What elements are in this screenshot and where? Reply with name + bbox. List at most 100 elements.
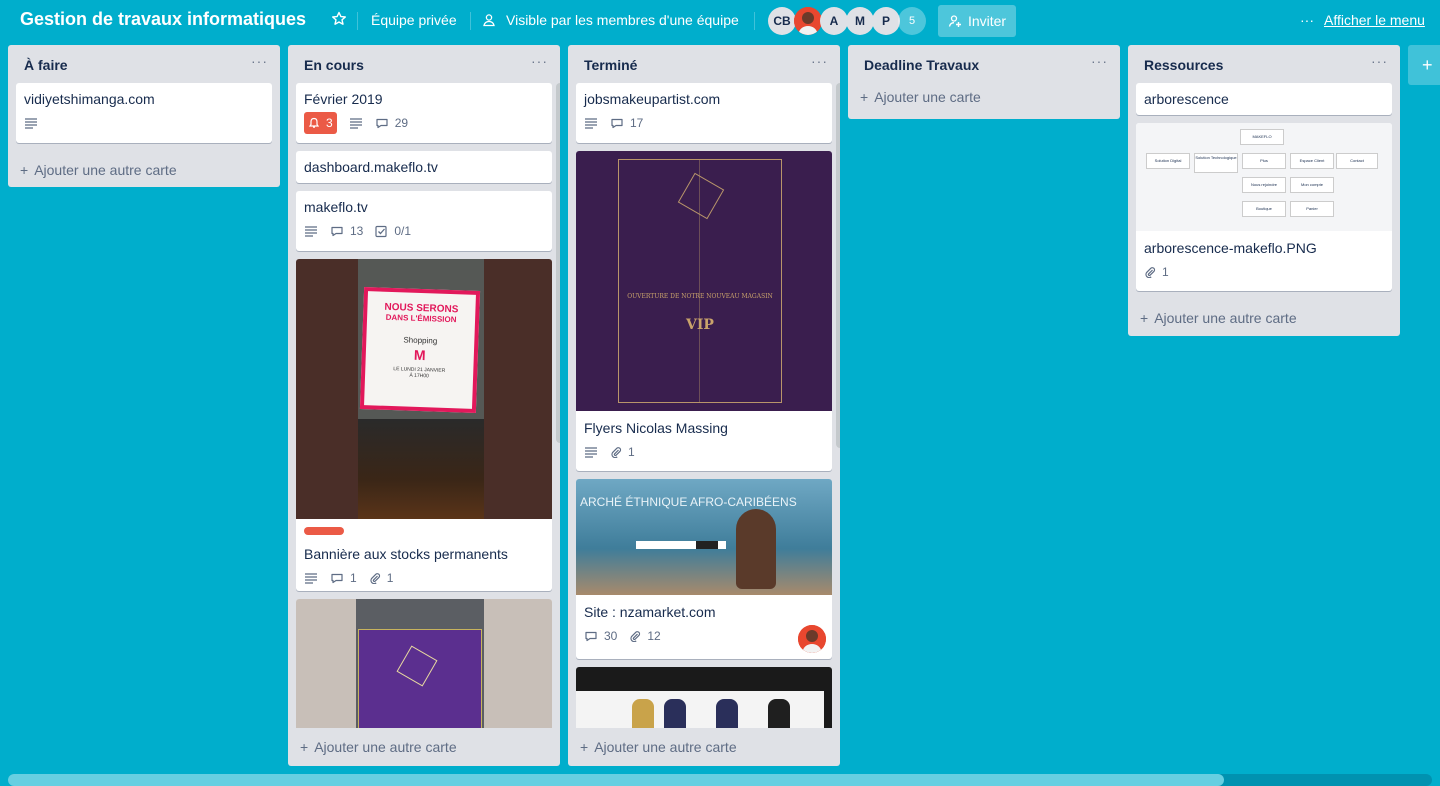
card[interactable]: OUVERTURE DE NOTRE NOUVEAU MAGASIN VIP F… xyxy=(576,151,832,471)
comment-icon xyxy=(331,226,343,237)
card-title: Site : nzamarket.com xyxy=(584,604,716,620)
list-title[interactable]: Deadline Travaux xyxy=(864,57,979,73)
comments-badge: 17 xyxy=(610,116,643,130)
description-icon xyxy=(24,117,38,129)
plus-icon: + xyxy=(580,739,589,755)
list-title[interactable]: Ressources xyxy=(1144,57,1223,73)
description-icon xyxy=(304,572,318,584)
invite-button[interactable]: Inviter xyxy=(938,5,1016,37)
visibility-label: Visible par les membres d'une équipe xyxy=(506,12,739,28)
diagram-node: Plus xyxy=(1242,153,1286,169)
comments-count: 29 xyxy=(394,116,409,130)
avatar[interactable]: M xyxy=(846,7,874,35)
list-menu-icon[interactable]: ··· xyxy=(811,53,828,69)
add-card-button[interactable]: + Ajouter une autre carte xyxy=(288,728,560,766)
attachment-icon xyxy=(1145,267,1156,278)
board-title[interactable]: Gestion de travaux informatiques xyxy=(20,9,306,30)
add-card-label: Ajouter une autre carte xyxy=(1154,310,1297,326)
add-card-label: Ajouter une carte xyxy=(874,89,981,105)
card[interactable]: makeflo.tv 13 0/1 xyxy=(296,191,552,251)
card-title: Flyers Nicolas Massing xyxy=(584,420,728,436)
description-icon xyxy=(584,446,598,458)
show-menu-label: Afficher le menu xyxy=(1324,12,1425,28)
card[interactable] xyxy=(576,667,832,728)
add-list-button[interactable]: + xyxy=(1408,45,1440,85)
list-en-cours: En cours ··· Février 2019 3 29 dashboard… xyxy=(288,45,560,766)
add-card-button[interactable]: + Ajouter une carte xyxy=(848,83,1120,119)
list-menu-icon[interactable]: ··· xyxy=(251,53,268,69)
header-divider xyxy=(357,12,358,30)
show-menu-button[interactable]: ··· Afficher le menu xyxy=(1300,12,1425,28)
members-count-badge[interactable]: 5 xyxy=(898,7,926,35)
add-card-button[interactable]: + Ajouter une autre carte xyxy=(8,151,280,189)
board-scrollbar-thumb[interactable] xyxy=(8,774,1224,786)
star-icon[interactable] xyxy=(331,11,347,27)
attachment-icon xyxy=(630,631,641,642)
list-header: À faire ··· xyxy=(8,45,280,83)
card-title: vidiyetshimanga.com xyxy=(24,91,155,107)
due-count: 3 xyxy=(326,116,333,130)
card[interactable]: arborescence xyxy=(1136,83,1392,115)
card[interactable]: NOUS SERONS DANS L'ÉMISSION Shopping M L… xyxy=(296,259,552,591)
add-member-icon xyxy=(948,15,961,27)
list-menu-icon[interactable]: ··· xyxy=(1091,53,1108,69)
diagram-node: Espace Client xyxy=(1290,153,1334,169)
add-card-button[interactable]: + Ajouter une autre carte xyxy=(568,728,840,766)
avatar[interactable] xyxy=(794,7,822,35)
diagram-node: Panier xyxy=(1290,201,1334,217)
list-menu-icon[interactable]: ··· xyxy=(531,53,548,69)
avatar[interactable]: CB xyxy=(768,7,796,35)
add-card-button[interactable]: + Ajouter une autre carte xyxy=(1128,299,1400,337)
checklist-badge: 0/1 xyxy=(375,224,411,238)
avatar[interactable]: A xyxy=(820,7,848,35)
list-header: En cours ··· xyxy=(288,45,560,83)
diagram-node: Contact xyxy=(1336,153,1378,169)
card-label-red[interactable] xyxy=(304,527,344,535)
list-header: Deadline Travaux ··· xyxy=(848,45,1120,83)
list-scrollbar[interactable] xyxy=(556,83,560,443)
visibility-button[interactable]: Visible par les membres d'une équipe xyxy=(482,12,739,28)
due-date-badge[interactable]: 3 xyxy=(304,112,337,134)
list-title[interactable]: En cours xyxy=(304,57,364,73)
attachments-count: 1 xyxy=(1162,265,1169,279)
attachments-badge: 1 xyxy=(369,571,393,585)
list-scrollbar[interactable] xyxy=(836,83,840,448)
comment-icon xyxy=(331,573,343,584)
description-icon xyxy=(584,117,598,129)
list-title[interactable]: À faire xyxy=(24,57,68,73)
diagram-node: Boutique xyxy=(1242,201,1286,217)
team-button[interactable]: Équipe privée xyxy=(371,12,457,28)
plus-icon: + xyxy=(20,162,29,178)
plus-icon: + xyxy=(300,739,309,755)
card-title: arborescence xyxy=(1144,91,1229,107)
avatar[interactable]: P xyxy=(872,7,900,35)
profile-photo-icon xyxy=(798,625,826,653)
list-ressources: Ressources ··· arborescence MAKEFLO Solu… xyxy=(1128,45,1400,336)
diagram-node: Mon compte xyxy=(1290,177,1334,193)
card[interactable]: vidiyetshimanga.com xyxy=(16,83,272,143)
description-icon xyxy=(349,117,363,129)
card[interactable] xyxy=(296,599,552,728)
card-member-avatar[interactable] xyxy=(798,625,826,653)
description-icon xyxy=(304,225,318,237)
invite-label: Inviter xyxy=(967,13,1007,29)
card[interactable]: MAKEFLO Solution Digital Solution Techno… xyxy=(1136,123,1392,291)
comments-count: 30 xyxy=(604,629,618,643)
comments-count: 13 xyxy=(350,224,364,238)
card-title: Bannière aux stocks permanents xyxy=(304,546,508,562)
card[interactable]: dashboard.makeflo.tv xyxy=(296,151,552,183)
diagram-node: Solution Digital xyxy=(1146,153,1190,169)
list-termine: Terminé ··· jobsmakeupartist.com 17 OUVE… xyxy=(568,45,840,766)
list-header: Ressources ··· xyxy=(1128,45,1400,83)
card[interactable]: ARCHÉ ÉTHNIQUE AFRO-CARIBÉENS Site : nza… xyxy=(576,479,832,659)
card[interactable]: Février 2019 3 29 xyxy=(296,83,552,143)
comments-count: 1 xyxy=(350,571,357,585)
card-cover-image: MAKEFLO Solution Digital Solution Techno… xyxy=(1136,123,1392,231)
card[interactable]: jobsmakeupartist.com 17 xyxy=(576,83,832,143)
board-header: Gestion de travaux informatiques Équipe … xyxy=(0,0,1440,42)
card-cover-image xyxy=(576,667,832,728)
comments-badge: 29 xyxy=(375,116,408,130)
list-title[interactable]: Terminé xyxy=(584,57,637,73)
list-menu-icon[interactable]: ··· xyxy=(1371,53,1388,69)
add-card-label: Ajouter une autre carte xyxy=(314,739,457,755)
